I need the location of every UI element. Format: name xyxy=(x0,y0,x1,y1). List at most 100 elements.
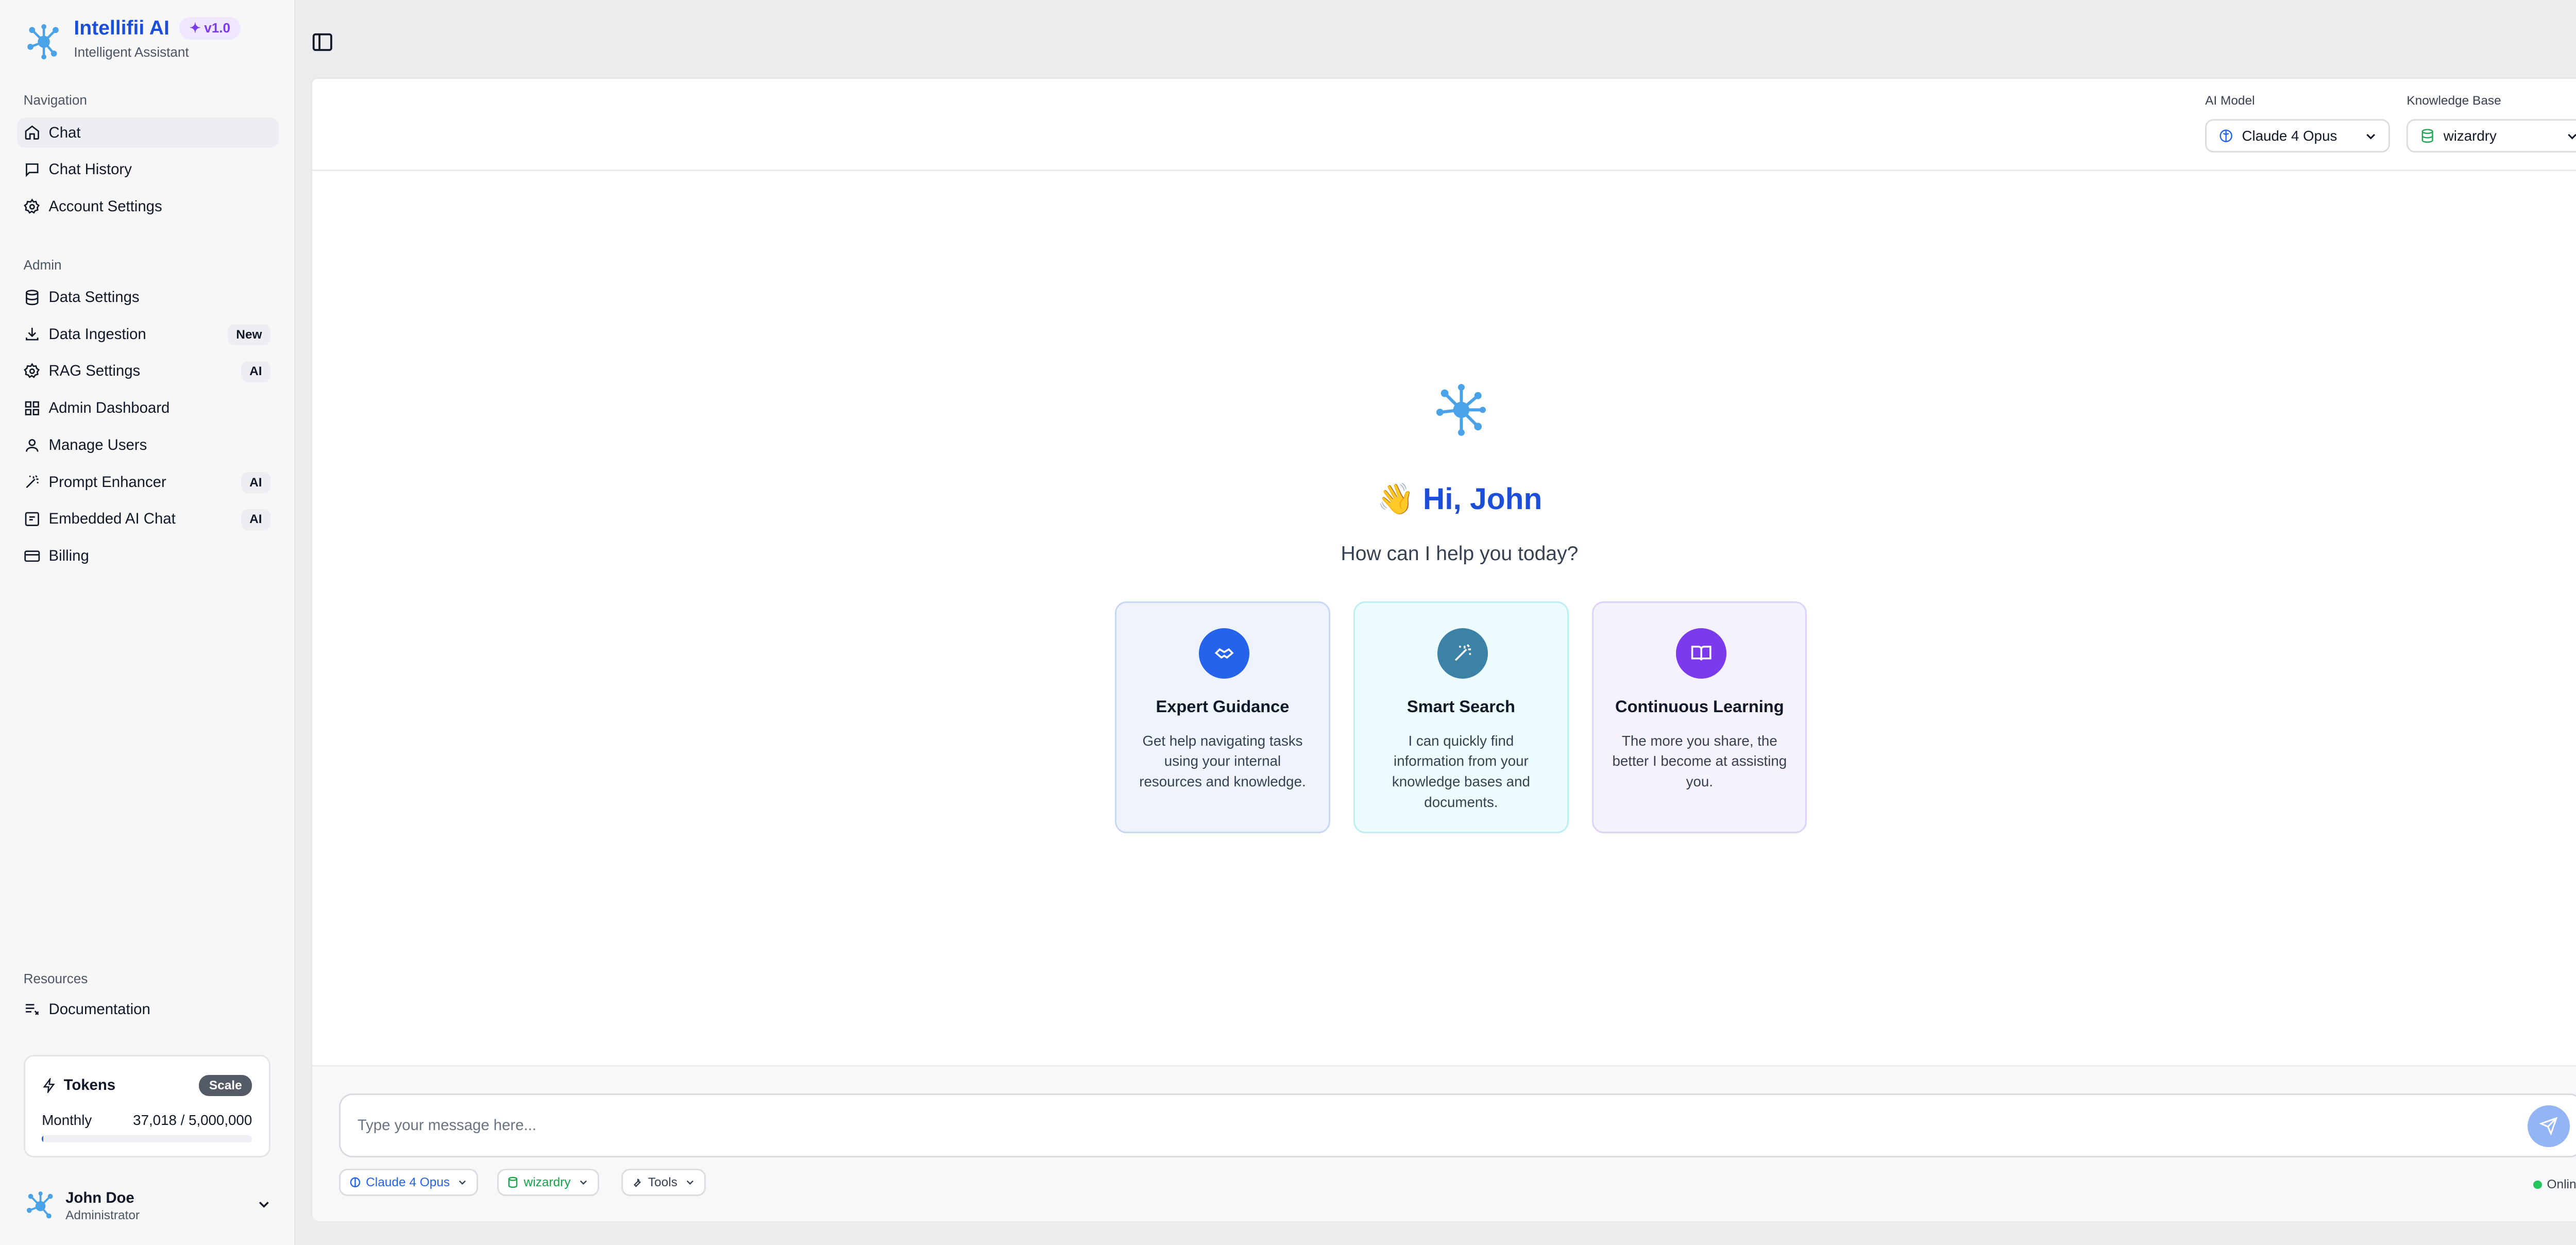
ai-model-value: Claude 4 Opus xyxy=(2242,127,2337,144)
chat-panel: AI Model Claude 4 Opus Knowledge Base wi… xyxy=(311,77,2576,1221)
sidebar-item-chat-history[interactable]: Chat History xyxy=(17,155,279,185)
online-dot-icon xyxy=(2533,1180,2542,1189)
sidebar-item-label: Admin Dashboard xyxy=(48,399,170,417)
lightning-icon xyxy=(43,1078,55,1093)
chevron-down-icon xyxy=(2366,134,2375,140)
knowledge-base-chip[interactable]: wizardry xyxy=(497,1169,599,1196)
sidebar-item-chat[interactable]: Chat xyxy=(16,117,279,148)
ai-model-select[interactable]: Claude 4 Opus xyxy=(2205,119,2390,153)
knowledge-base-label: Knowledge Base xyxy=(2406,94,2501,108)
sidebar-item-billing[interactable]: Billing xyxy=(17,541,279,571)
wand-icon xyxy=(26,475,39,489)
card-description: The more you share, the better I become … xyxy=(1612,732,1787,790)
gear-icon xyxy=(23,198,40,214)
card-icon xyxy=(24,550,40,562)
gear-icon xyxy=(23,363,40,378)
model-chip[interactable]: Claude 4 Opus xyxy=(339,1169,479,1196)
embed-icon xyxy=(25,512,39,526)
avatar xyxy=(26,1191,53,1219)
wrench-icon xyxy=(634,1179,641,1187)
sparkle-icon: ✦ xyxy=(189,20,201,36)
sidebar-item-label: Billing xyxy=(48,547,89,565)
card-title: Expert Guidance xyxy=(1156,697,1290,716)
ai-badge: AI xyxy=(241,472,270,494)
tools-chip[interactable]: Tools xyxy=(621,1169,706,1196)
panel-header: AI Model Claude 4 Opus Knowledge Base wi… xyxy=(312,79,2576,172)
composer: Claude 4 Opus wizardry Tools Online xyxy=(312,1065,2576,1221)
card-title: Continuous Learning xyxy=(1615,697,1784,716)
sidebar-item-data-settings[interactable]: Data Settings xyxy=(17,282,279,313)
magic-wand-icon xyxy=(1437,628,1488,679)
sidebar-item-label: Data Settings xyxy=(48,289,140,306)
database-icon xyxy=(25,290,39,305)
status-text: Online xyxy=(2547,1177,2576,1191)
tools-chip-label: Tools xyxy=(648,1175,677,1189)
card-smart-search[interactable]: Smart Search I can quickly find informat… xyxy=(1353,601,1569,833)
sidebar-item-rag-settings[interactable]: RAG Settings AI xyxy=(17,356,279,386)
docs-icon xyxy=(25,1004,39,1015)
sidebar-item-label: Documentation xyxy=(48,1001,150,1018)
knowledge-base-value: wizardry xyxy=(2443,127,2497,144)
model-icon xyxy=(2219,129,2232,142)
sidebar-toggle-icon[interactable] xyxy=(311,30,334,54)
knowledge-base-select[interactable]: wizardry xyxy=(2406,119,2576,153)
model-chip-label: Claude 4 Opus xyxy=(366,1175,450,1189)
sidebar-item-label: Embedded AI Chat xyxy=(48,510,176,528)
version-text: v1.0 xyxy=(204,20,231,36)
card-continuous-learning[interactable]: Continuous Learning The more you share, … xyxy=(1592,601,1807,833)
ai-badge: AI xyxy=(241,509,270,530)
chevron-down-icon xyxy=(580,1180,587,1185)
sidebar-item-account-settings[interactable]: Account Settings xyxy=(17,192,279,222)
sidebar-item-admin-dashboard[interactable]: Admin Dashboard xyxy=(17,393,279,424)
handshake-icon xyxy=(1199,628,1249,679)
chevron-down-icon xyxy=(686,1180,693,1185)
card-expert-guidance[interactable]: Expert Guidance Get help navigating task… xyxy=(1115,601,1330,833)
network-logo-icon xyxy=(27,24,59,60)
tokens-period: Monthly xyxy=(42,1112,92,1128)
sidebar-item-label: RAG Settings xyxy=(48,362,141,380)
book-icon xyxy=(1675,628,1726,679)
sidebar-item-label: Chat History xyxy=(48,161,132,178)
card-description: Get help navigating tasks using your int… xyxy=(1139,732,1306,790)
chevron-down-icon xyxy=(259,1202,269,1208)
card-title: Smart Search xyxy=(1406,697,1515,716)
tokens-progress-bar xyxy=(42,1135,252,1142)
chevron-down-icon xyxy=(459,1180,466,1185)
database-icon xyxy=(508,1176,518,1188)
sidebar-item-prompt-enhancer[interactable]: Prompt Enhancer AI xyxy=(17,467,279,497)
knowledge-base-chip-label: wizardry xyxy=(523,1175,571,1189)
tokens-title-text: Tokens xyxy=(63,1076,116,1094)
model-icon xyxy=(350,1177,360,1188)
resources-section-label: Resources xyxy=(23,971,88,987)
plan-badge: Scale xyxy=(199,1075,252,1097)
card-description: I can quickly find information from your… xyxy=(1392,732,1530,810)
message-icon xyxy=(25,163,39,177)
sidebar-item-documentation[interactable]: Documentation xyxy=(17,995,279,1025)
network-logo-icon xyxy=(1436,383,1486,436)
sidebar: Intellifii AI ✦ v1.0 Intelligent Assistan… xyxy=(0,0,296,1245)
sidebar-item-data-ingestion[interactable]: Data Ingestion New xyxy=(17,319,279,349)
sidebar-item-embedded-ai-chat[interactable]: Embedded AI Chat AI xyxy=(17,504,279,534)
user-menu[interactable]: John Doe Administrator xyxy=(24,1183,276,1230)
sidebar-item-manage-users[interactable]: Manage Users xyxy=(17,430,279,461)
send-icon xyxy=(2539,1117,2558,1136)
send-button[interactable] xyxy=(2528,1105,2570,1148)
tokens-card: Tokens Scale Monthly 37,018 / 5,000,000 xyxy=(23,1055,270,1158)
ai-badge: AI xyxy=(241,361,270,382)
status-indicator: Online xyxy=(2533,1177,2576,1192)
grid-icon xyxy=(25,401,39,415)
greeting-subtitle: How can I help you today? xyxy=(1341,542,1579,565)
sidebar-item-label: Manage Users xyxy=(48,436,147,453)
download-icon xyxy=(25,328,39,341)
version-badge: ✦ v1.0 xyxy=(179,16,241,40)
chevron-down-icon xyxy=(2568,134,2576,140)
user-name: John Doe xyxy=(65,1189,134,1207)
message-input[interactable] xyxy=(339,1093,2576,1157)
tokens-usage: 37,018 / 5,000,000 xyxy=(133,1112,252,1128)
sidebar-item-label: Data Ingestion xyxy=(48,325,146,343)
brand[interactable]: Intellifii AI ✦ v1.0 Intelligent Assistan… xyxy=(24,16,241,62)
tokens-title: Tokens xyxy=(42,1076,115,1094)
sidebar-item-label: Prompt Enhancer xyxy=(48,473,166,491)
sidebar-item-label: Chat xyxy=(48,124,81,141)
database-icon xyxy=(2421,129,2433,143)
